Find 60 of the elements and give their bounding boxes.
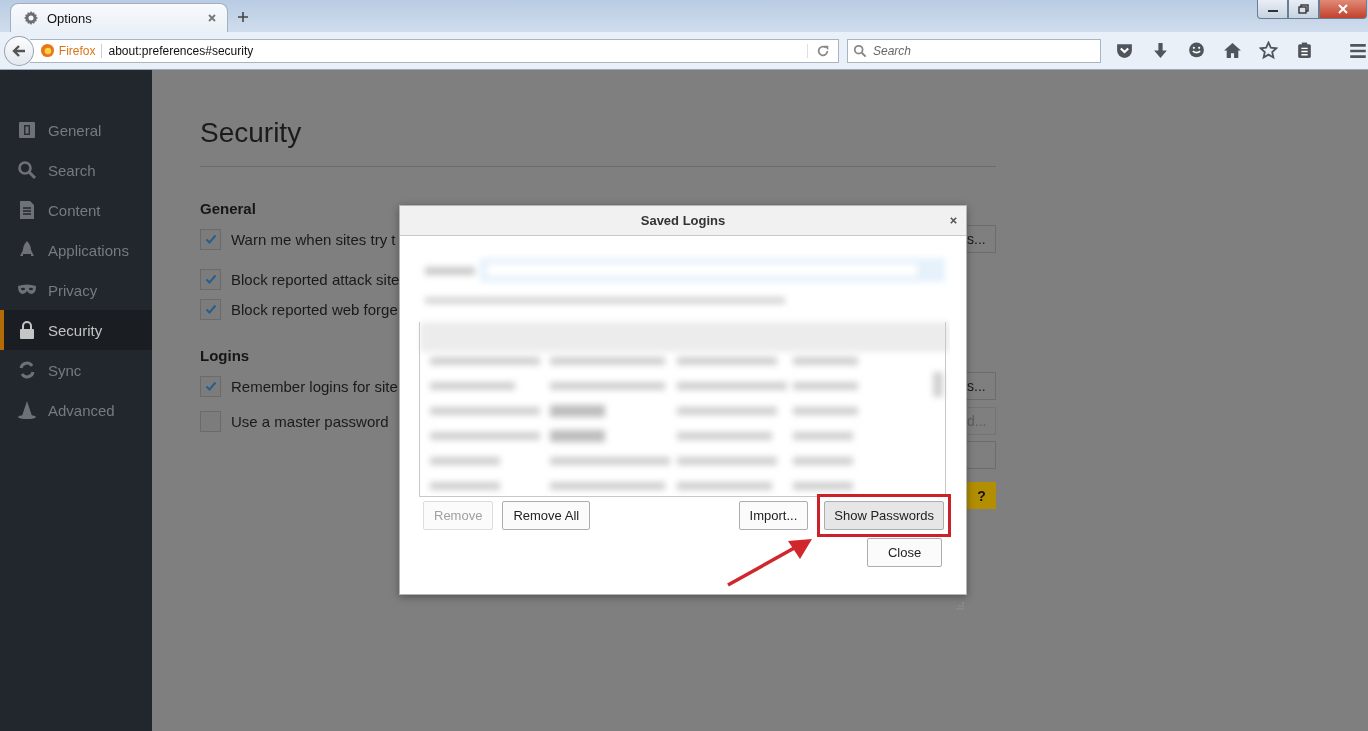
chat-icon[interactable] xyxy=(1187,41,1206,60)
checkmark-icon xyxy=(203,232,218,246)
reading-list-icon[interactable] xyxy=(1295,41,1314,60)
checkmark-icon xyxy=(203,272,218,286)
identity-label: Firefox xyxy=(58,43,103,58)
close-icon[interactable] xyxy=(207,13,217,23)
reload-icon[interactable] xyxy=(807,43,830,58)
star-icon[interactable] xyxy=(1259,41,1278,60)
browser-tab[interactable]: Options xyxy=(10,3,228,32)
sidebar-item[interactable]: Applications xyxy=(0,230,152,270)
dialog-title: Saved Logins xyxy=(640,213,726,228)
dialog-button[interactable]: Import... xyxy=(738,501,809,530)
search-field[interactable]: Search xyxy=(847,38,1101,63)
checkbox-label: Warn me when sites try t xyxy=(231,230,396,248)
close-icon[interactable] xyxy=(949,216,958,225)
back-arrow-icon xyxy=(10,42,27,59)
search-icon xyxy=(853,43,867,58)
gear-icon xyxy=(23,10,39,26)
checkbox[interactable] xyxy=(200,268,221,290)
address-bar[interactable]: Firefox about:preferences#security xyxy=(29,38,839,63)
sidebar-item[interactable]: Sync xyxy=(0,350,152,390)
checkmark-icon xyxy=(203,379,218,393)
checkbox-label: Remember logins for site xyxy=(231,377,398,395)
restore-button[interactable] xyxy=(1288,0,1319,19)
sidebar-item[interactable]: Advanced xyxy=(0,390,152,430)
checkbox[interactable] xyxy=(200,298,221,320)
firefox-logo-icon xyxy=(39,43,55,58)
sync-icon xyxy=(17,360,37,380)
search-icon xyxy=(17,160,37,180)
checkbox[interactable] xyxy=(200,375,221,397)
checkbox-label: Block reported attack site xyxy=(231,270,400,288)
restore-icon xyxy=(1296,4,1311,14)
sidebar-item[interactable]: Search xyxy=(0,150,152,190)
close-button[interactable] xyxy=(1319,0,1367,19)
home-icon[interactable] xyxy=(1223,41,1242,60)
checkbox-label: Block reported web forge xyxy=(231,300,398,318)
checkbox-label: Use a master password xyxy=(231,412,389,430)
minimize-button[interactable] xyxy=(1257,0,1288,19)
help-button[interactable]: ? xyxy=(967,482,996,509)
sidebar-item[interactable]: Privacy xyxy=(0,270,152,310)
section-heading: Logins xyxy=(200,346,251,366)
back-button[interactable] xyxy=(4,35,34,66)
close-icon xyxy=(1336,4,1350,14)
document-icon xyxy=(17,200,37,220)
dialog-button[interactable]: Show Passwords xyxy=(824,501,944,530)
dialog-button[interactable]: Remove All xyxy=(502,501,591,530)
lock-icon xyxy=(17,320,37,340)
sidebar-item[interactable]: Security xyxy=(0,310,152,350)
checkbox[interactable] xyxy=(200,228,221,250)
sidebar-item[interactable]: General xyxy=(0,110,152,150)
hat-icon xyxy=(17,400,37,420)
sidebar-item[interactable]: Content xyxy=(0,190,152,230)
new-tab-icon[interactable] xyxy=(237,11,249,23)
dialog-button[interactable]: Close xyxy=(867,538,942,567)
panel-icon xyxy=(17,120,37,140)
pocket-icon[interactable] xyxy=(1115,41,1134,60)
section-heading: General xyxy=(200,199,257,219)
checkmark-icon xyxy=(203,302,218,316)
page-title: Security xyxy=(200,116,303,150)
url-text: about:preferences#security xyxy=(108,43,255,58)
